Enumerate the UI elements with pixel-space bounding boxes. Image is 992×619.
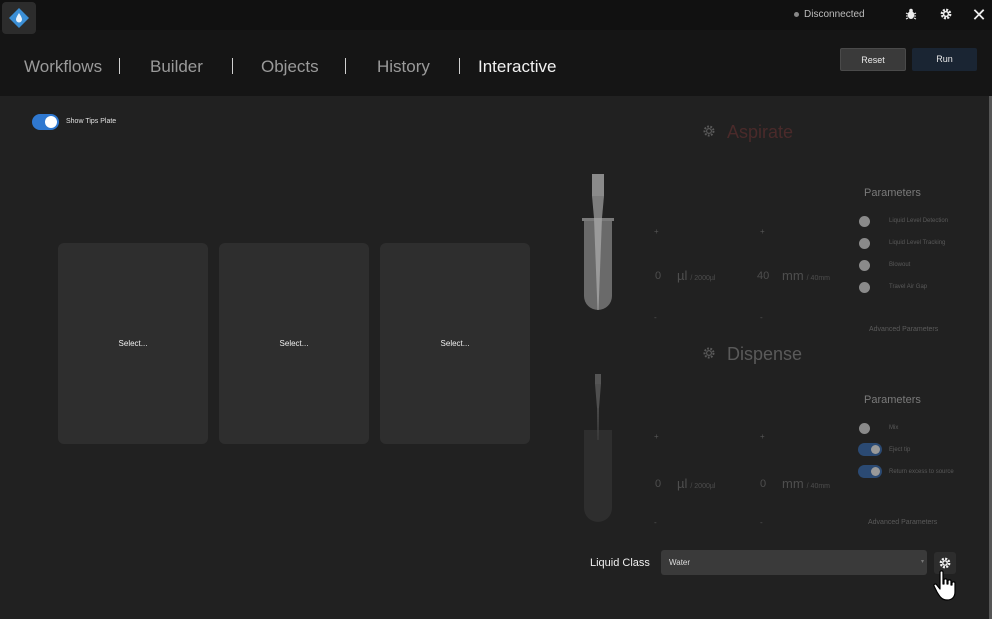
dispense-height-increase[interactable]: + <box>760 432 765 441</box>
dispense-volume-decrease[interactable]: - <box>654 518 657 527</box>
aspirate-parameters-heading: Parameters <box>864 187 921 199</box>
liquid-level-tracking-toggle[interactable] <box>859 238 870 249</box>
dispense-advanced-parameters-link[interactable]: Advanced Parameters <box>868 519 937 526</box>
volume-unit-label: µl <box>677 476 688 491</box>
toggle-knob <box>45 116 57 128</box>
aspirate-volume-unit: µl/ 2000µl <box>677 268 715 283</box>
show-tips-plate-toggle[interactable] <box>32 114 59 130</box>
plate-slot-3[interactable]: Select... <box>380 243 530 444</box>
tab-workflows[interactable]: Workflows <box>24 57 102 77</box>
toggle-knob <box>871 445 880 454</box>
height-max-label: / 40mm <box>806 483 831 490</box>
gear-icon <box>939 557 951 569</box>
travel-air-gap-toggle[interactable] <box>859 282 870 293</box>
nav-divider <box>345 58 346 74</box>
return-excess-label: Return excess to source <box>889 469 954 475</box>
dispense-volume-increase[interactable]: + <box>654 432 659 441</box>
dispense-height-value[interactable]: 0 <box>760 478 766 490</box>
aspirate-volume-decrease[interactable]: - <box>654 313 657 322</box>
liquid-level-detection-label: Liquid Level Detection <box>889 218 949 224</box>
plate-slot-1[interactable]: Select... <box>58 243 208 444</box>
aspirate-settings-gear-icon[interactable] <box>702 124 716 138</box>
liquid-class-select[interactable]: Water ▾ <box>661 550 927 575</box>
aspirate-height-value[interactable]: 40 <box>757 270 769 282</box>
aspirate-height-unit: mm/ 40mm <box>782 268 830 283</box>
aspirate-height-increase[interactable]: + <box>760 227 765 236</box>
connection-status-text: Disconnected <box>804 9 865 20</box>
settings-gear-icon[interactable] <box>938 7 954 23</box>
dispense-volume-value[interactable]: 0 <box>655 478 661 490</box>
height-unit-label: mm <box>782 268 804 283</box>
liquid-level-detection-toggle[interactable] <box>859 216 870 227</box>
aspirate-pipette-tube-illustration <box>582 174 614 310</box>
app-logo <box>2 2 36 34</box>
status-dot-icon <box>794 11 799 17</box>
dispense-height-decrease[interactable]: - <box>760 518 763 527</box>
nav-divider <box>232 58 233 74</box>
plate-slot-label: Select... <box>440 339 470 348</box>
show-tips-plate-label: Show Tips Plate <box>66 118 117 125</box>
dispense-title: Dispense <box>727 344 803 364</box>
eject-tip-label: Eject tip <box>889 447 911 453</box>
eject-tip-toggle[interactable] <box>858 443 882 456</box>
blowout-label: Blowout <box>889 262 911 268</box>
plate-slot-label: Select... <box>279 339 309 348</box>
mix-toggle[interactable] <box>859 423 870 434</box>
dispense-height-unit: mm/ 40mm <box>782 476 830 491</box>
mix-label: Mix <box>889 425 899 431</box>
tab-builder[interactable]: Builder <box>150 57 203 77</box>
return-excess-toggle[interactable] <box>858 465 882 478</box>
dispense-pipette-tube-illustration <box>584 374 612 522</box>
tab-objects[interactable]: Objects <box>261 57 319 77</box>
aspirate-height-decrease[interactable]: - <box>760 313 763 322</box>
dispense-settings-gear-icon[interactable] <box>702 346 716 360</box>
droplet-logo-icon <box>9 8 29 28</box>
close-icon[interactable]: ✕ <box>971 6 987 24</box>
nav-divider <box>119 58 120 74</box>
height-max-label: / 40mm <box>806 275 831 282</box>
title-bar: Disconnected ✕ <box>0 0 992 34</box>
nav-divider <box>459 58 460 74</box>
volume-max-label: / 2000µl <box>690 483 716 490</box>
liquid-class-label: Liquid Class <box>590 557 650 569</box>
aspirate-title: Aspirate <box>727 122 794 142</box>
aspirate-advanced-parameters-link[interactable]: Advanced Parameters <box>869 326 938 333</box>
interactive-panel: Show Tips Plate Select... Select... Sele… <box>0 96 992 619</box>
reset-button[interactable]: Reset <box>840 48 906 71</box>
toggle-knob <box>871 467 880 476</box>
aspirate-volume-increase[interactable]: + <box>654 227 659 236</box>
plate-slot-label: Select... <box>118 339 148 348</box>
run-button[interactable]: Run <box>912 48 977 71</box>
height-unit-label: mm <box>782 476 804 491</box>
dispense-volume-unit: µl/ 2000µl <box>677 476 715 491</box>
tab-interactive[interactable]: Interactive <box>478 57 556 77</box>
blowout-toggle[interactable] <box>859 260 870 271</box>
plate-slot-2[interactable]: Select... <box>219 243 369 444</box>
dispense-parameters-heading: Parameters <box>864 394 921 406</box>
aspirate-volume-value[interactable]: 0 <box>655 270 661 282</box>
travel-air-gap-label: Travel Air Gap <box>889 284 928 290</box>
liquid-level-tracking-label: Liquid Level Tracking <box>889 240 946 246</box>
liquid-class-value: Water <box>669 558 691 567</box>
tab-history[interactable]: History <box>377 57 430 77</box>
nav-bar: Workflows Builder Objects History Intera… <box>0 30 992 96</box>
chevron-down-icon: ▾ <box>920 559 924 565</box>
hand-pointer-cursor-icon <box>933 570 956 601</box>
volume-max-label: / 2000µl <box>690 275 716 282</box>
connection-status: Disconnected <box>794 9 865 20</box>
volume-unit-label: µl <box>677 268 688 283</box>
bug-icon[interactable] <box>903 7 919 23</box>
